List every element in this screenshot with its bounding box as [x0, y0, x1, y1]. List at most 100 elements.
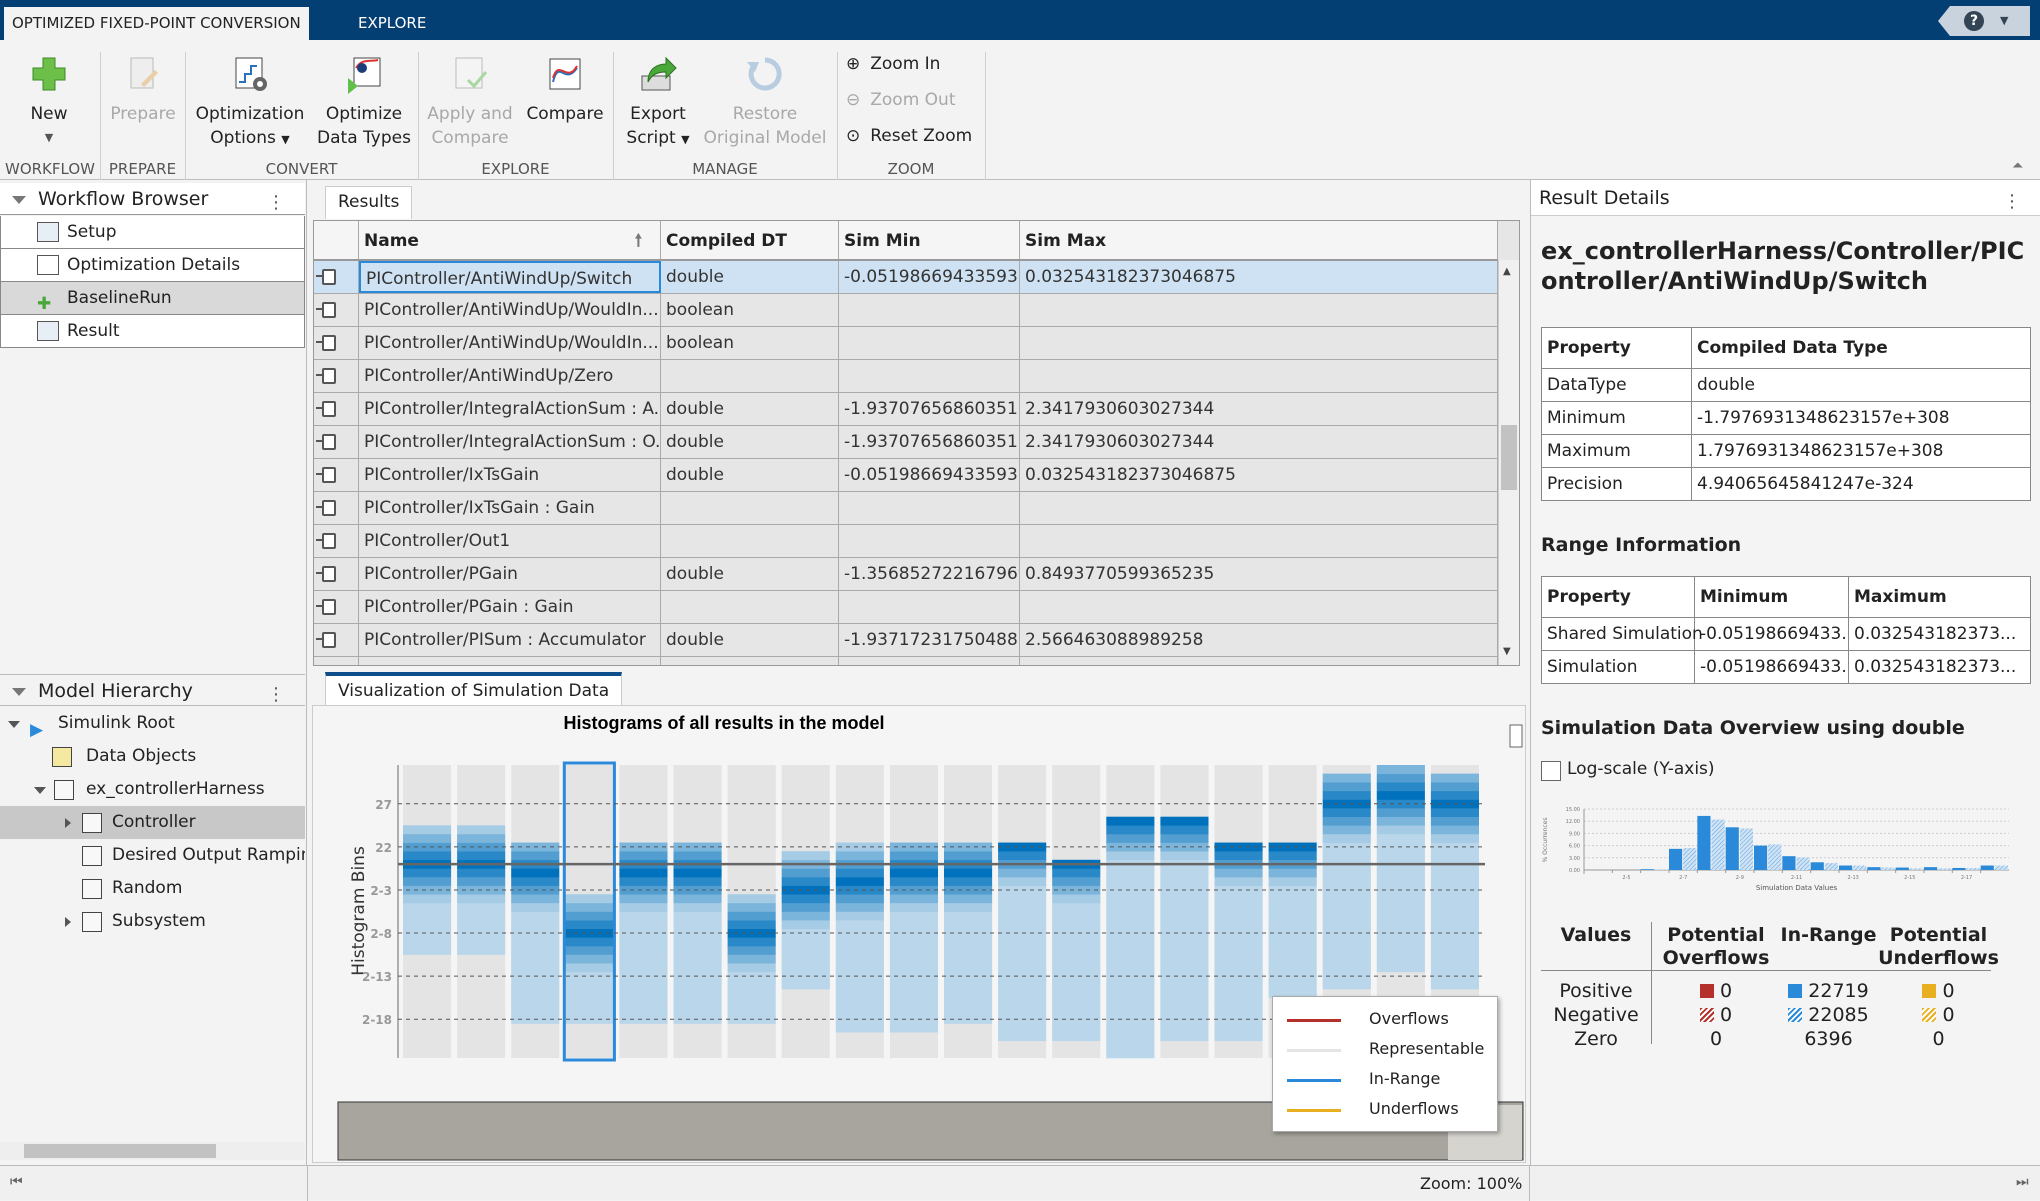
workflow-item-setup[interactable]: Setup: [0, 216, 305, 249]
in-range-bin: [1160, 963, 1208, 972]
tab-results[interactable]: Results: [325, 186, 412, 219]
in-range-bin: [1052, 868, 1100, 877]
column-header-sim-max[interactable]: Sim Max: [1020, 221, 1498, 259]
tree-item-controller[interactable]: Controller: [0, 806, 305, 839]
table-header: Name🠕 Compiled DT Sim Min Sim Max: [314, 221, 1498, 261]
tree-item-random[interactable]: Random: [0, 872, 305, 905]
help-button[interactable]: ?▼: [1938, 6, 2030, 36]
table-row[interactable]: PIController/PGaindouble-1.3568527221679…: [314, 558, 1498, 591]
prepare-button[interactable]: Prepare: [108, 54, 178, 126]
collapse-left-icon[interactable]: ⏮: [10, 1174, 23, 1190]
log-scale-label[interactable]: Log-scale (Y-axis): [1567, 759, 1715, 779]
tree-item-data-objects[interactable]: Data Objects: [0, 740, 305, 773]
more-options-icon[interactable]: ⋮: [2003, 184, 2021, 220]
tab-explore[interactable]: EXPLORE: [350, 7, 434, 40]
table-row[interactable]: PIController/PISum : Accumulatordouble-1…: [314, 624, 1498, 657]
masked-subsystem-icon: [82, 846, 102, 866]
collapse-ribbon-icon[interactable]: ⏶: [2012, 158, 2023, 174]
label-line1: Restore: [702, 102, 828, 126]
optimize-data-types-button[interactable]: OptimizeData Types: [314, 54, 414, 150]
in-range-bin: [1160, 998, 1208, 1007]
reset-zoom-button[interactable]: ⊙Reset Zoom: [846, 126, 972, 146]
in-range-bin: [998, 920, 1046, 929]
in-range-bin: [728, 998, 776, 1007]
in-range-bin: [1052, 955, 1100, 964]
tree-item-desired-output-ramping[interactable]: Desired Output Ramping: [0, 839, 305, 872]
in-range-bin: [1431, 955, 1479, 964]
cell: double: [661, 558, 839, 590]
table-row[interactable]: PIController/AntiWindUp/WouldIn...boolea…: [314, 327, 1498, 360]
horizontal-scrollbar[interactable]: [0, 1142, 305, 1160]
scroll-up-icon[interactable]: ▲: [1503, 266, 1511, 277]
cell: -1.356852722167969: [839, 558, 1020, 590]
in-range-bin: [998, 894, 1046, 903]
column-header-name[interactable]: Name🠕: [359, 221, 661, 259]
in-range-bin: [836, 946, 884, 955]
table-row[interactable]: PIController/AntiWindUp/Switchdouble-0.0…: [314, 261, 1498, 294]
in-range-bin: [728, 989, 776, 998]
zoom-out-button[interactable]: ⊖Zoom Out: [846, 90, 955, 110]
table-row[interactable]: PIController/IntegralActionSum : A...dou…: [314, 393, 1498, 426]
x-tick-label: 2-17: [1961, 875, 1972, 881]
compare-button[interactable]: Compare: [522, 54, 608, 126]
in-range-bin: [1215, 1024, 1263, 1033]
zoom-in-button[interactable]: ⊕Zoom In: [846, 54, 940, 74]
new-button[interactable]: New▼: [14, 54, 84, 150]
restore-original-model-button[interactable]: RestoreOriginal Model: [702, 54, 828, 150]
in-range-bin: [619, 929, 667, 938]
sort-ascending-icon[interactable]: 🠕: [635, 221, 642, 259]
tree-item-simulink-root[interactable]: ▶Simulink Root: [0, 707, 305, 740]
more-options-icon[interactable]: ⋮: [267, 187, 285, 219]
tab-optimized-fixed-point-conversion[interactable]: OPTIMIZED FIXED-POINT CONVERSION: [4, 7, 309, 40]
table-row[interactable]: PIController/IntegralActionSum : O...dou…: [314, 426, 1498, 459]
divider: [1529, 1166, 1530, 1201]
bar-positive: [1726, 827, 1739, 870]
vertical-scrollbar[interactable]: ▲ ▼: [1498, 260, 1519, 665]
in-range-bin: [944, 877, 992, 886]
table-row[interactable]: PIController/IxTsGaindouble-0.0519866943…: [314, 459, 1498, 492]
workflow-item-optimization-details[interactable]: Optimization Details: [0, 249, 305, 282]
workflow-item-result[interactable]: Result: [0, 315, 305, 348]
in-range-bin: [728, 903, 776, 912]
y-axis-label: % Occurrences: [1542, 817, 1549, 862]
row-icon-cell: [314, 261, 359, 293]
in-range-bin: [1323, 791, 1371, 800]
export-script-button[interactable]: ExportScript ▼: [620, 54, 696, 152]
value: 0: [1720, 1004, 1732, 1026]
column-header-compiled-dt[interactable]: Compiled DT: [661, 221, 839, 259]
expanded-icon[interactable]: [34, 787, 46, 794]
table-row[interactable]: PIController/PGain : Gain: [314, 591, 1498, 624]
bar-positive: [1839, 866, 1852, 870]
optimization-options-button[interactable]: OptimizationOptions ▼: [192, 54, 308, 152]
in-range-bin: [1269, 894, 1317, 903]
tree-item-subsystem[interactable]: Subsystem: [0, 905, 305, 938]
tree-item-ex-controllerharness[interactable]: ex_controllerHarness: [0, 773, 305, 806]
cell: -0.05198669433...: [1695, 618, 1849, 651]
scroll-down-icon[interactable]: ▼: [1503, 646, 1511, 657]
collapse-right-icon[interactable]: ⏭: [2016, 1174, 2029, 1190]
table-row[interactable]: PIController/AntiWindUp/WouldIn...boolea…: [314, 294, 1498, 327]
column-header-sim-min[interactable]: Sim Min: [839, 221, 1020, 259]
in-range-bin: [1106, 998, 1154, 1007]
table-row[interactable]: PIController/Out1: [314, 525, 1498, 558]
y-tick-label: 6.00: [1569, 844, 1580, 850]
collapsed-icon[interactable]: [65, 917, 71, 927]
in-range-bin: [1106, 989, 1154, 998]
details-icon: [37, 255, 59, 275]
table-row[interactable]: PIController/AntiWindUp/Zero: [314, 360, 1498, 393]
dropdown-arrow-icon: ▼: [681, 133, 689, 146]
scrollbar-thumb[interactable]: [1501, 425, 1517, 490]
apply-and-compare-button[interactable]: Apply andCompare: [425, 54, 515, 150]
table-row[interactable]: PIController/IxTsGain : Gain: [314, 492, 1498, 525]
row-icon-cell: [314, 492, 359, 524]
expanded-icon[interactable]: [8, 721, 20, 728]
collapsed-icon[interactable]: [65, 818, 71, 828]
model-hierarchy-header[interactable]: Model Hierarchy ⋮: [0, 674, 305, 706]
in-range-bin: [890, 980, 938, 989]
workflow-item-baselinerun[interactable]: ✚BaselineRun: [0, 282, 305, 315]
scrollbar-thumb[interactable]: [24, 1144, 216, 1158]
tab-visualization[interactable]: Visualization of Simulation Data: [325, 672, 622, 705]
workflow-browser-header[interactable]: Workflow Browser ⋮: [0, 183, 305, 215]
log-scale-checkbox[interactable]: [1541, 761, 1561, 781]
table-row[interactable]: PIController/PISum : Outputdouble-1.9371…: [314, 657, 1498, 666]
